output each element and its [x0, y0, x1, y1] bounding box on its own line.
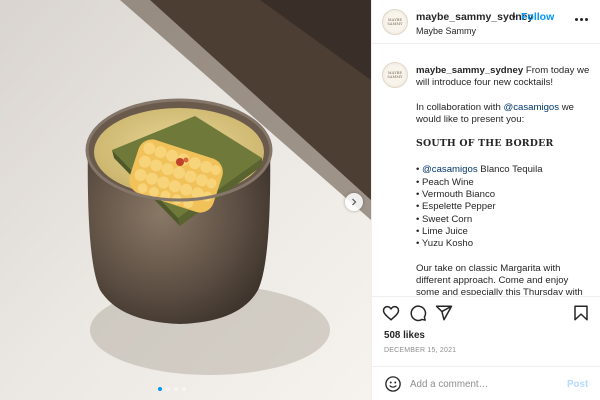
post-comment-button[interactable]: Post: [567, 379, 588, 390]
cocktail-photo: [0, 0, 371, 400]
comment-icon[interactable]: [409, 304, 427, 322]
chevron-right-icon: [352, 198, 357, 206]
instagram-post: MAYBE SAMMY maybe_sammy_sydney • Follow …: [0, 0, 600, 400]
ingredient-list: • @casamigos Blanco Tequila • Peach Wine…: [416, 164, 594, 250]
logo-mark: MAYBE SAMMY: [385, 12, 405, 32]
carousel-dot: [166, 387, 170, 391]
caption-text: maybe_sammy_sydney From today we will in…: [416, 65, 594, 295]
carousel-dot: [174, 387, 178, 391]
cocktail-title: SOUTH OF THE BORDER: [416, 138, 554, 150]
list-item: • Lime Juice: [416, 225, 468, 237]
casamigos-link[interactable]: @casamigos: [422, 164, 478, 175]
caption-username[interactable]: maybe_sammy_sydney: [416, 65, 523, 76]
logo-mark: MAYBE SAMMY: [385, 65, 405, 85]
more-options-icon[interactable]: [572, 13, 590, 25]
avatar-logo-text: MAYBE SAMMY: [387, 18, 403, 26]
share-icon[interactable]: [435, 304, 453, 322]
list-item: • @casamigos Blanco Tequila: [416, 164, 543, 176]
caption-area: MAYBE SAMMY maybe_sammy_sydney From toda…: [372, 45, 600, 295]
profile-avatar[interactable]: MAYBE SAMMY: [382, 9, 408, 35]
comment-bar: Post: [372, 366, 600, 400]
list-item: • Yuzu Kosho: [416, 238, 474, 250]
bookmark-icon[interactable]: [572, 304, 590, 322]
caption-collab-prefix: In collaboration with: [416, 101, 504, 113]
post-photo[interactable]: [0, 0, 371, 400]
carousel-dot: [182, 387, 186, 391]
list-item: • Sweet Corn: [416, 213, 473, 225]
list-item: • Espelette Pepper: [416, 201, 496, 213]
header-separator: •: [512, 11, 516, 23]
post-date[interactable]: December 15, 2021: [384, 347, 456, 354]
carousel-dot: [158, 387, 162, 391]
like-count[interactable]: 508 likes: [384, 330, 425, 341]
caption-avatar[interactable]: MAYBE SAMMY: [382, 62, 408, 88]
casamigos-link[interactable]: @casamigos: [503, 102, 559, 113]
emoji-icon[interactable]: [384, 375, 402, 393]
caption-outro: Our take on classic Margarita with diffe…: [416, 262, 583, 295]
post-sidebar: MAYBE SAMMY maybe_sammy_sydney • Follow …: [371, 0, 600, 400]
carousel-indicator: [158, 387, 186, 391]
header-subtitle[interactable]: Maybe Sammy: [416, 26, 476, 36]
post-header: MAYBE SAMMY maybe_sammy_sydney • Follow …: [372, 0, 600, 44]
list-item: • Vermouth Bianco: [416, 189, 496, 201]
list-item: • Peach Wine: [416, 176, 474, 188]
follow-button[interactable]: Follow: [521, 11, 554, 23]
comment-input[interactable]: [410, 375, 560, 393]
avatar-logo-text: MAYBE SAMMY: [387, 71, 403, 79]
action-bar: [372, 296, 600, 326]
carousel-next-button[interactable]: [345, 193, 363, 211]
heart-icon[interactable]: [382, 304, 400, 322]
